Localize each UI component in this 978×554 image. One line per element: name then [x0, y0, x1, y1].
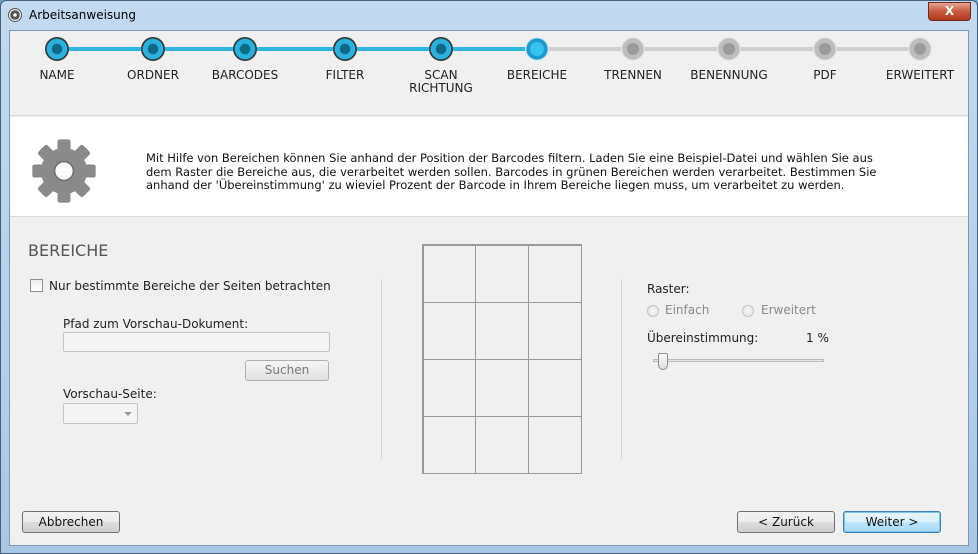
raster-cell[interactable]	[422, 358, 477, 417]
step-label[interactable]: BARCODES	[190, 69, 300, 82]
wizard-stepper: NAME ORDNER BARCODES FILTER SCAN RICHTUNG BER…	[10, 31, 968, 116]
step-connector	[345, 47, 441, 51]
step-indicator[interactable]	[141, 37, 165, 61]
step-label[interactable]: ERWEITERT	[865, 69, 975, 82]
step-connector	[245, 47, 345, 51]
chevron-down-icon	[124, 412, 132, 416]
close-icon: X	[944, 4, 955, 18]
info-text: Mit Hilfe von Bereichen können Sie anhan…	[146, 151, 877, 192]
step-label[interactable]: NAME	[2, 69, 112, 82]
step-indicator[interactable]	[233, 37, 257, 61]
step-indicator[interactable]	[813, 37, 837, 61]
step-connector	[441, 47, 537, 51]
app-icon	[8, 8, 22, 22]
step-connector	[729, 47, 825, 51]
raster-simple-radio[interactable]	[647, 305, 659, 317]
raster-cell[interactable]	[527, 358, 582, 417]
raster-cell[interactable]	[475, 301, 529, 360]
close-button[interactable]: X	[928, 2, 971, 21]
raster-extended-label[interactable]: Erweitert	[761, 303, 816, 317]
gear-icon	[32, 139, 96, 203]
raster-simple-label[interactable]: Einfach	[665, 303, 709, 317]
gear-tooth	[32, 164, 47, 178]
step-label[interactable]: BEREICHE	[482, 69, 592, 82]
step-connector	[537, 47, 633, 51]
step-indicator[interactable]	[621, 37, 645, 61]
step-indicator[interactable]	[908, 37, 932, 61]
step-label[interactable]: PDF	[770, 69, 880, 82]
gear-tooth	[57, 139, 71, 154]
raster-cell[interactable]	[527, 301, 582, 360]
match-slider-track[interactable]	[653, 359, 824, 362]
raster-cell[interactable]	[475, 244, 529, 303]
match-label: Übereinstimmung:	[647, 331, 759, 345]
cancel-button[interactable]: Abbrechen	[22, 511, 120, 533]
section-title: BEREICHE	[28, 241, 109, 260]
gear-tooth	[81, 164, 96, 178]
step-indicator[interactable]	[333, 37, 357, 61]
divider-right	[621, 279, 622, 459]
raster-cell[interactable]	[527, 415, 582, 474]
step-connector	[153, 47, 245, 51]
step-connector	[825, 47, 920, 51]
raster-cell[interactable]	[475, 415, 529, 474]
step-indicator[interactable]	[45, 37, 69, 61]
step-indicator[interactable]	[717, 37, 741, 61]
preview-path-input[interactable]	[63, 332, 330, 352]
limit-areas-checkbox[interactable]	[30, 279, 43, 292]
step-indicator[interactable]	[525, 37, 549, 61]
raster-cell[interactable]	[422, 415, 477, 474]
back-button[interactable]: < Zurück	[737, 511, 835, 533]
preview-page-label: Vorschau-Seite:	[63, 387, 157, 401]
step-label[interactable]: TRENNEN	[578, 69, 688, 82]
match-value: 1 %	[806, 331, 829, 345]
step-label[interactable]: BENENNUNG	[674, 69, 784, 82]
step-label[interactable]: FILTER	[290, 69, 400, 82]
window-title: Arbeitsanweisung	[29, 8, 137, 22]
raster-grid[interactable]	[422, 244, 582, 474]
raster-cell[interactable]	[422, 244, 477, 303]
title-bar[interactable]: Arbeitsanweisung X	[1, 1, 977, 29]
raster-extended-radio[interactable]	[742, 305, 754, 317]
step-connector	[57, 47, 153, 51]
info-panel: Mit Hilfe von Bereichen können Sie anhan…	[10, 117, 968, 217]
window: Arbeitsanweisung X NAME ORDNER BARCODES FIL…	[0, 0, 978, 554]
wizard-client: NAME ORDNER BARCODES FILTER SCAN RICHTUNG BER…	[9, 30, 969, 546]
match-slider-thumb[interactable]	[657, 353, 668, 370]
raster-cell[interactable]	[527, 244, 582, 303]
step-label[interactable]: SCAN RICHTUNG	[386, 69, 496, 95]
step-connector	[633, 47, 729, 51]
raster-cell[interactable]	[475, 358, 529, 417]
next-button[interactable]: Weiter >	[843, 511, 941, 533]
step-indicator[interactable]	[429, 37, 453, 61]
search-button[interactable]: Suchen	[245, 360, 329, 381]
raster-label: Raster:	[647, 282, 690, 296]
divider-left	[381, 279, 382, 459]
preview-page-select[interactable]	[63, 403, 138, 424]
gear-tooth	[57, 188, 71, 203]
preview-path-label: Pfad zum Vorschau-Dokument:	[63, 317, 249, 331]
limit-areas-label[interactable]: Nur bestimmte Bereiche der Seiten betrac…	[49, 279, 331, 293]
raster-cell[interactable]	[422, 301, 477, 360]
